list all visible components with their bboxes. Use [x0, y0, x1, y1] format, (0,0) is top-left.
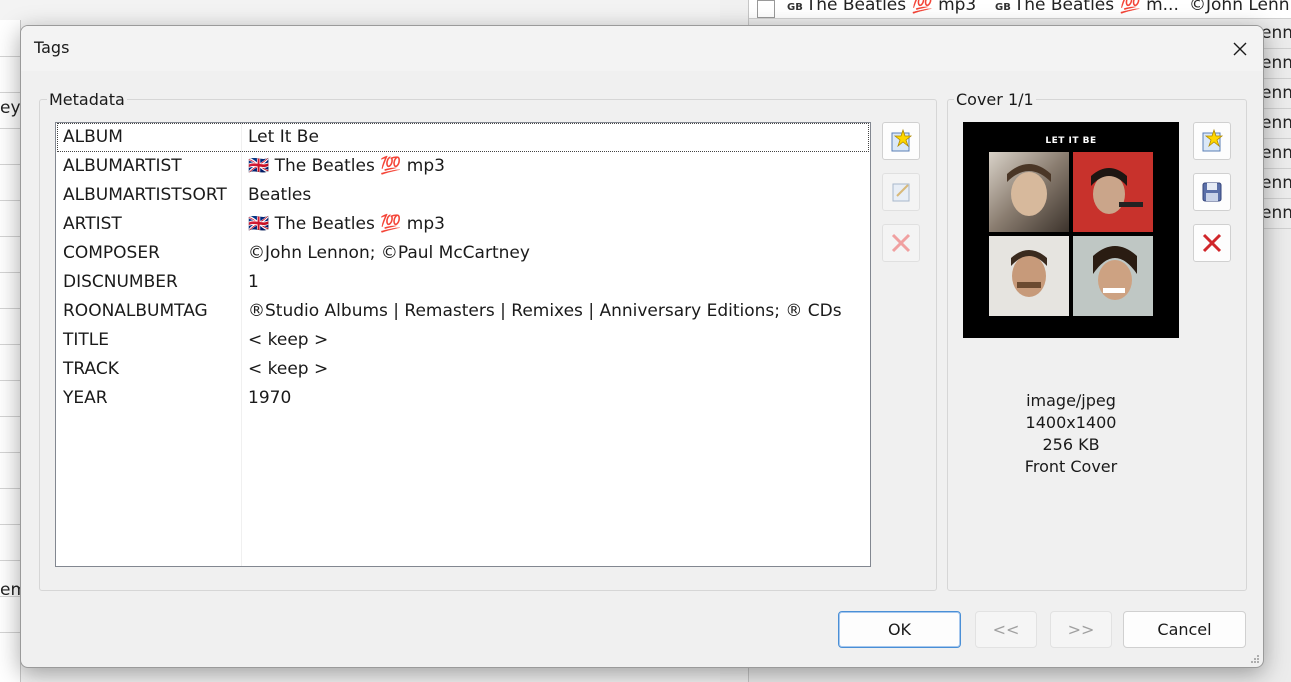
background-row [0, 344, 20, 381]
background-cell: GB The Beatles 💯 m... [995, 0, 1179, 15]
table-row[interactable]: YEAR 1970 [56, 384, 870, 413]
tags-dialog: Tags Metadata ALBUM Let It Be ALBUMARTIS… [20, 25, 1264, 668]
background-cell: enn [1261, 143, 1291, 163]
background-cell: ©John Lenn [1189, 0, 1290, 15]
background-cell: enn [1261, 83, 1291, 103]
tag-value: Let It Be [248, 127, 319, 147]
tag-value: ©John Lennon; ©Paul McCartney [248, 243, 530, 263]
tag-value: 🇬🇧 The Beatles 💯 mp3 [248, 214, 445, 234]
background-row [0, 452, 20, 489]
delete-icon [1202, 233, 1222, 253]
focus-outline [57, 123, 869, 152]
tag-value: 1970 [248, 388, 292, 408]
background-row [0, 200, 20, 237]
portrait-icon [1011, 250, 1047, 297]
table-row[interactable]: ROONALBUMTAG ®Studio Albums | Remasters … [56, 297, 870, 326]
background-row [0, 236, 20, 273]
tag-key: ALBUM [63, 127, 123, 147]
tag-value: 🇬🇧 The Beatles 💯 mp3 [248, 156, 445, 176]
table-row[interactable]: ALBUM Let It Be [56, 123, 870, 152]
next-button[interactable]: >> [1050, 611, 1112, 648]
cover-photo [1073, 236, 1153, 316]
cover-photo [1073, 152, 1153, 232]
tag-key: COMPOSER [63, 243, 160, 263]
delete-icon [891, 233, 911, 253]
add-cover-button[interactable] [1193, 122, 1231, 160]
background-row [0, 164, 20, 201]
background-row [0, 596, 20, 633]
dialog-titlebar[interactable]: Tags [21, 26, 1263, 71]
edit-tag-button[interactable] [882, 173, 920, 211]
cover-photo [989, 152, 1069, 232]
tag-key: ALBUMARTISTSORT [63, 185, 227, 205]
table-row[interactable]: ALBUMARTISTSORT Beatles [56, 181, 870, 210]
background-cell: enn [1261, 23, 1291, 43]
cover-dimensions: 1400x1400 [1025, 413, 1117, 432]
background-row [0, 20, 20, 57]
edit-icon [892, 183, 910, 202]
tag-value: 1 [248, 272, 259, 292]
background-cell: GB The Beatles 💯 mp3 [787, 0, 977, 15]
floppy-disk-icon [1202, 182, 1222, 202]
tag-value: < keep > [248, 330, 329, 350]
tag-key: YEAR [63, 388, 108, 408]
background-row [0, 524, 20, 561]
dialog-title: Tags [34, 38, 70, 57]
background-cell: enn [1261, 53, 1291, 73]
cover-type: Front Cover [1024, 457, 1118, 476]
background-cell: enn [1261, 203, 1291, 223]
portrait-icon [1007, 164, 1051, 216]
background-row [0, 272, 20, 309]
close-icon [1233, 42, 1247, 55]
star-new-icon [1202, 128, 1224, 152]
add-tag-button[interactable] [882, 122, 920, 160]
cover-art-title: LET IT BE [1045, 136, 1097, 146]
star-new-icon [891, 128, 913, 152]
play-icon [757, 0, 775, 18]
table-row[interactable]: ALBUMARTIST 🇬🇧 The Beatles 💯 mp3 [56, 152, 870, 181]
remove-cover-button[interactable] [1193, 224, 1231, 262]
close-button[interactable] [1217, 26, 1263, 71]
tag-key: TRACK [63, 359, 119, 379]
background-row [0, 128, 20, 165]
background-cell: enn [1261, 113, 1291, 133]
cover-art[interactable]: LET IT BE [963, 122, 1179, 338]
tag-key: ARTIST [63, 214, 122, 234]
table-row[interactable]: DISCNUMBER 1 [56, 268, 870, 297]
tag-key: DISCNUMBER [63, 272, 178, 292]
resize-grip-icon[interactable] [1250, 654, 1260, 664]
portrait-icon [1093, 246, 1137, 300]
remove-tag-button[interactable] [882, 224, 920, 262]
table-row[interactable]: TITLE < keep > [56, 326, 870, 355]
background-row [0, 380, 20, 417]
background-text: ey [0, 98, 21, 118]
ok-button[interactable]: OK [838, 611, 961, 648]
cover-size: 256 KB [1042, 435, 1100, 454]
save-cover-button[interactable] [1193, 173, 1231, 211]
metadata-table[interactable]: ALBUM Let It Be ALBUMARTIST 🇬🇧 The Beatl… [55, 122, 871, 567]
background-row [0, 416, 20, 453]
tag-value: Beatles [248, 185, 312, 205]
table-row[interactable]: COMPOSER ©John Lennon; ©Paul McCartney [56, 239, 870, 268]
tag-value: < keep > [248, 359, 329, 379]
background-track-row[interactable]: GB The Beatles 💯 mp3 GB The Beatles 💯 m...… [749, 0, 1291, 19]
cancel-button[interactable]: Cancel [1123, 611, 1246, 648]
background-row [0, 308, 20, 345]
tag-key: TITLE [63, 330, 109, 350]
tag-key: ALBUMARTIST [63, 156, 182, 176]
portrait-icon [1091, 168, 1143, 214]
background-row [0, 488, 20, 525]
cover-mime: image/jpeg [1026, 391, 1116, 410]
metadata-label: Metadata [47, 90, 127, 109]
background-cell: enn [1261, 173, 1291, 193]
tag-key: ROONALBUMTAG [63, 301, 208, 321]
cover-photo [989, 236, 1069, 316]
table-row[interactable]: TRACK < keep > [56, 355, 870, 384]
tag-value: ®Studio Albums | Remasters | Remixes | A… [248, 301, 842, 321]
previous-button[interactable]: << [975, 611, 1037, 648]
table-row[interactable]: ARTIST 🇬🇧 The Beatles 💯 mp3 [56, 210, 870, 239]
cover-label: Cover 1/1 [954, 90, 1036, 109]
background-row [0, 56, 20, 93]
